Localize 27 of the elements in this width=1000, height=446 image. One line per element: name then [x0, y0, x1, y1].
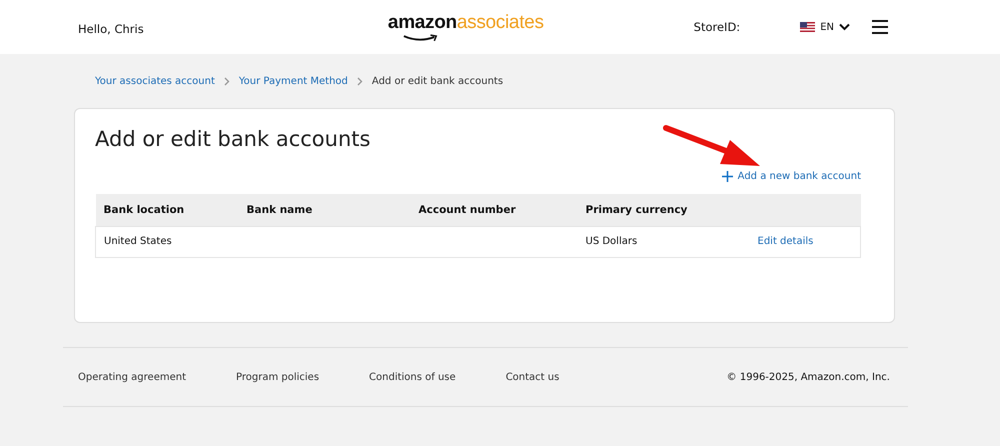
breadcrumb-link[interactable]: Your Payment Method: [238, 76, 348, 86]
logo[interactable]: amazonassociates: [388, 12, 544, 42]
table-cell: United States: [104, 236, 172, 247]
column-header: Account number: [418, 204, 516, 216]
chevron-icon: [356, 76, 363, 86]
footer-link[interactable]: Operating agreement: [78, 372, 186, 382]
footer-link[interactable]: Program policies: [236, 372, 320, 382]
page-title: Add or edit bank accounts: [95, 127, 370, 151]
table-cell: US Dollars: [586, 236, 638, 247]
chevron-down-icon: [839, 23, 850, 31]
footer-link[interactable]: Conditions of use: [369, 372, 456, 382]
breadcrumb-current: Add or edit bank accounts: [372, 76, 504, 86]
breadcrumb-link[interactable]: Your associates account: [95, 76, 215, 86]
plus-icon: [722, 171, 733, 182]
column-header: Bank location: [104, 204, 184, 216]
chevron-icon: [224, 76, 230, 86]
language-selector[interactable]: EN: [800, 22, 850, 32]
store-id-label: StoreID:: [694, 20, 740, 34]
edit-details-link[interactable]: Edit details: [758, 236, 814, 247]
column-header: Bank name: [246, 204, 312, 216]
footer-link[interactable]: Contact us: [506, 372, 560, 382]
copyright: © 1996-2025, Amazon.com, Inc.: [726, 372, 890, 382]
greeting: Hello, Chris: [78, 22, 144, 36]
add-bank-account-link[interactable]: Add a new bank account: [722, 171, 861, 182]
menu-icon[interactable]: [872, 20, 888, 34]
flag-icon: [800, 22, 816, 32]
column-header: Primary currency: [586, 204, 688, 216]
